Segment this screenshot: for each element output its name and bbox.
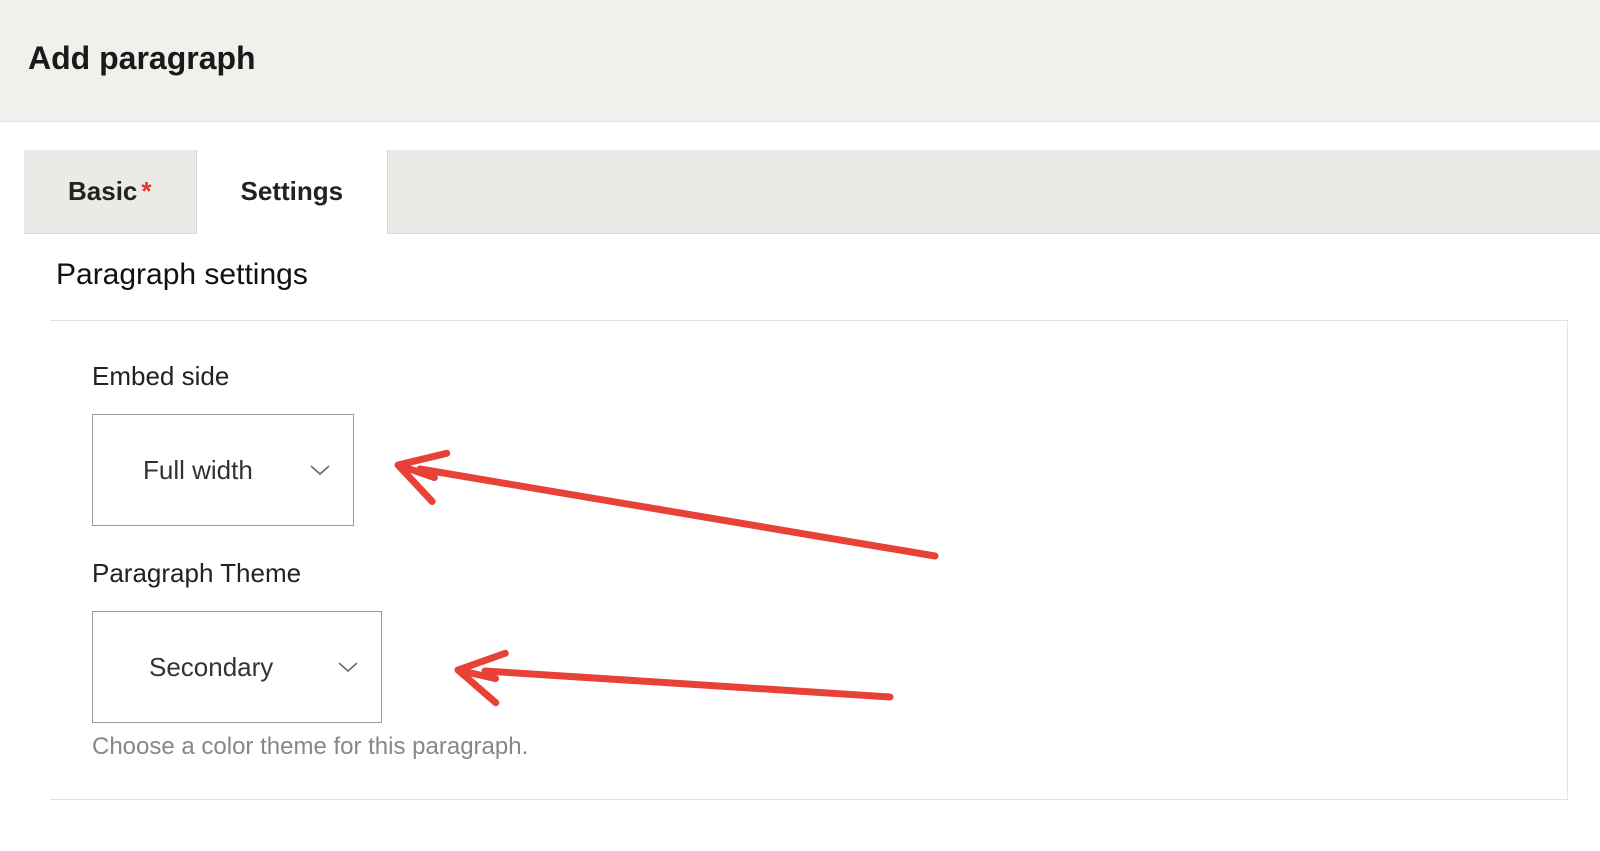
content-area: Basic* Settings Paragraph settings Embed… <box>0 122 1600 800</box>
dialog-header: Add paragraph <box>0 0 1600 122</box>
tabs-filler <box>388 150 1600 233</box>
paragraph-theme-help: Choose a color theme for this paragraph. <box>92 733 1525 761</box>
paragraph-theme-value: Secondary <box>149 652 273 683</box>
chevron-down-icon <box>337 660 359 674</box>
panel-title: Paragraph settings <box>56 258 1568 292</box>
embed-side-label: Embed side <box>92 361 1525 392</box>
tab-basic-label: Basic <box>68 176 137 206</box>
embed-side-value: Full width <box>143 455 253 486</box>
tabs: Basic* Settings <box>24 150 1600 234</box>
paragraph-theme-select[interactable]: Secondary <box>92 611 382 723</box>
paragraph-theme-label: Paragraph Theme <box>92 558 1525 589</box>
tab-settings[interactable]: Settings <box>197 150 389 234</box>
settings-panel: Paragraph settings Embed side Full width… <box>24 234 1600 800</box>
dialog-title: Add paragraph <box>28 40 1572 77</box>
field-embed-side: Embed side Full width <box>92 361 1525 526</box>
chevron-down-icon <box>309 463 331 477</box>
tab-basic[interactable]: Basic* <box>24 150 197 233</box>
tab-settings-label: Settings <box>241 176 344 206</box>
embed-side-select[interactable]: Full width <box>92 414 354 526</box>
required-indicator: * <box>141 176 151 206</box>
fieldset: Embed side Full width Paragraph Theme Se… <box>50 320 1568 800</box>
field-paragraph-theme: Paragraph Theme Secondary Choose a color… <box>92 558 1525 761</box>
